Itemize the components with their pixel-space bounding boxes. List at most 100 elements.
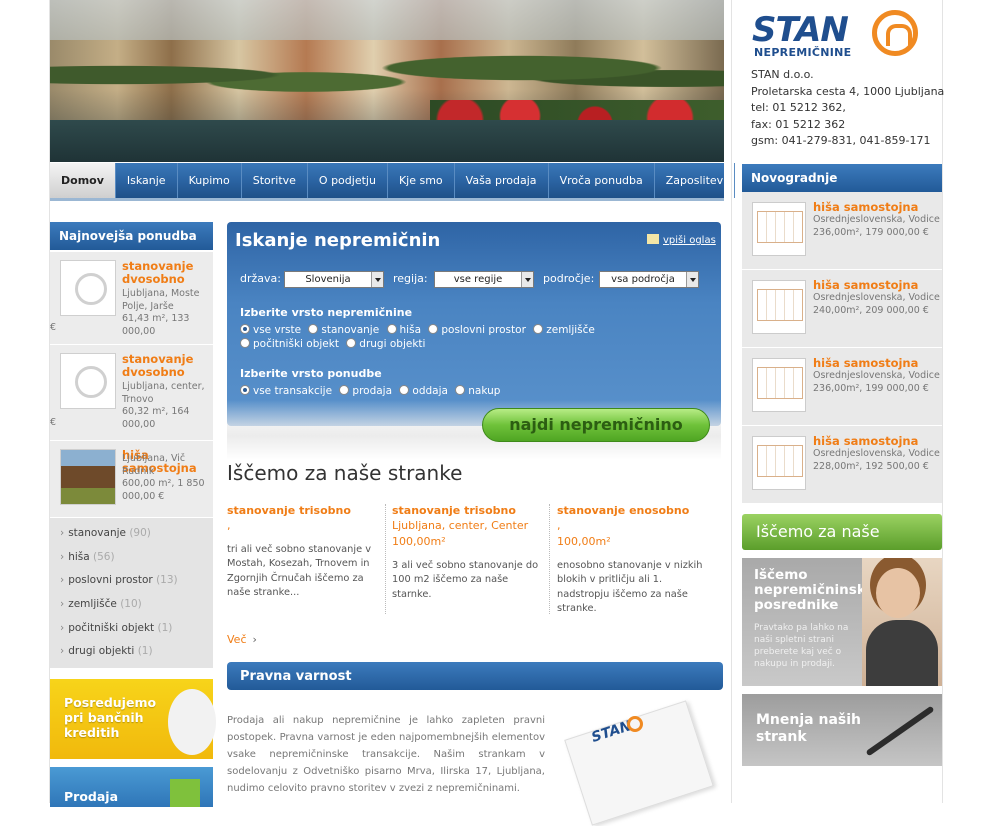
sale-banner[interactable]: Prodaja — [50, 767, 213, 807]
item-details: Osrednjeslovenska, Vodice 240,00m², 209 0… — [813, 292, 940, 316]
item-title[interactable]: hiša samostojna — [813, 200, 918, 214]
main-nav: Domov Iskanje Kupimo Storitve O podjetju… — [50, 163, 736, 201]
contract-document-image: STAN — [564, 700, 715, 826]
newest-heading: Najnovejša ponudba — [50, 222, 213, 250]
divider — [385, 504, 386, 614]
chevron-right-icon: › — [60, 527, 65, 539]
chevron-right-icon: › — [60, 621, 65, 634]
type-radio[interactable]: počitniški objekt — [240, 337, 339, 351]
legal-heading: Pravna varnost — [227, 662, 723, 690]
type-radio[interactable]: zemljišče — [533, 323, 595, 337]
item-location: , — [557, 519, 561, 532]
agents-banner-text: Pravtako pa lahko na naši spletni strani… — [754, 623, 849, 669]
category-item[interactable]: › stanovanje (90) — [50, 522, 213, 546]
region-select[interactable]: vse regije — [434, 271, 534, 288]
item-title[interactable]: hiša samostojna — [813, 434, 918, 448]
nav-about[interactable]: O podjetju — [308, 163, 388, 198]
area-label: področje: — [543, 272, 595, 285]
credit-banner[interactable]: Posredujemo pri bančnih kreditih — [50, 679, 216, 759]
nav-search[interactable]: Iskanje — [116, 163, 178, 198]
item-details: Ljubljana, Moste Polje, Jarše 61,43 m², 1… — [122, 288, 200, 337]
item-title[interactable]: stanovanje trisobno — [392, 504, 544, 517]
category-item[interactable]: › hiša (56) — [50, 546, 213, 570]
item-title[interactable]: hiša samostojna — [813, 356, 918, 370]
company-address: Proletarska cesta 4, 1000 Ljubljana — [751, 84, 945, 98]
nav-home[interactable]: Domov — [50, 163, 116, 198]
floorplan-thumbnail[interactable] — [752, 358, 806, 412]
company-info: STAN d.o.o. Proletarska cesta 4, 1000 Lj… — [751, 67, 944, 150]
agents-banner[interactable]: Iščemo nepremičninske posrednike Pravtak… — [742, 558, 942, 686]
type-radio[interactable]: poslovni prostor — [428, 323, 526, 337]
category-item[interactable]: › zemljišče (10) — [50, 593, 213, 617]
header-photo — [50, 0, 724, 162]
item-title[interactable]: stanovanje enosobno — [557, 504, 707, 517]
type-radio[interactable]: hiša — [386, 323, 421, 337]
chevron-down-icon — [371, 272, 383, 287]
placeholder-house-icon[interactable] — [60, 353, 116, 409]
find-property-button[interactable]: najdi nepremičnino — [482, 408, 710, 442]
item-title[interactable]: stanovanje trisobno — [227, 504, 382, 517]
wanted-item[interactable]: stanovanje enosobno , 100,00m² enosobno … — [557, 504, 707, 616]
area-select[interactable]: vsa področja — [599, 271, 699, 288]
page-divider — [731, 0, 732, 803]
item-details: Ljubljana, Vič Rudnik 600,00 m², 1 850 00… — [122, 453, 205, 502]
item-title[interactable]: stanovanje dvosobno — [122, 260, 212, 286]
nav-your-sale[interactable]: Vaša prodaja — [455, 163, 549, 198]
hot-offers-heading: Novogradnje — [742, 164, 942, 192]
nav-location[interactable]: Kje smo — [388, 163, 455, 198]
offer-radio[interactable]: vse transakcije — [240, 384, 332, 398]
floorplan-thumbnail[interactable] — [752, 202, 806, 256]
type-radio[interactable]: drugi objekti — [346, 337, 425, 351]
chevron-right-icon: › — [60, 574, 65, 587]
pen-icon — [865, 705, 935, 757]
list-item[interactable]: hiša samostojna Osrednjeslovenska, Vodic… — [742, 270, 942, 348]
type-radio-group: vse vrste stanovanje hiša poslovni prost… — [240, 323, 700, 351]
wanted-item[interactable]: stanovanje trisobno Ljubljana, center, C… — [392, 504, 544, 602]
company-tel: tel: 01 5212 362, — [751, 101, 846, 114]
offer-radio[interactable]: oddaja — [399, 384, 448, 398]
nav-we-buy[interactable]: Kupimo — [178, 163, 242, 198]
type-radio[interactable]: stanovanje — [308, 323, 379, 337]
list-item[interactable]: hiša samostojna Osrednjeslovenska, Vodic… — [742, 192, 942, 270]
chevron-down-icon — [686, 272, 698, 287]
search-title: Iskanje nepremičnin — [235, 230, 441, 251]
floorplan-thumbnail[interactable] — [752, 436, 806, 490]
list-item[interactable]: hiša samostojna Osrednjeslovenska, Vodic… — [742, 426, 942, 504]
country-select[interactable]: Slovenija — [284, 271, 384, 288]
country-label: država: — [240, 272, 281, 285]
list-item[interactable]: stanovanje dvosobno Ljubljana, center, T… — [50, 345, 213, 441]
item-title[interactable]: stanovanje dvosobno — [122, 353, 212, 379]
credit-banner-title: Posredujemo pri bančnih kreditih — [64, 695, 157, 740]
nav-services[interactable]: Storitve — [242, 163, 308, 198]
list-item[interactable]: stanovanje dvosobno Ljubljana, Moste Pol… — [50, 252, 213, 345]
item-currency: € — [50, 322, 57, 333]
placeholder-house-icon[interactable] — [60, 260, 116, 316]
add-listing-link[interactable]: vpiši oglas — [647, 234, 716, 246]
nav-hot-offer[interactable]: Vroča ponudba — [549, 163, 655, 198]
opinions-banner[interactable]: Mnenja naših strank — [742, 694, 942, 766]
house-photo[interactable] — [60, 449, 116, 505]
offer-radio[interactable]: nakup — [455, 384, 500, 398]
type-heading: Izberite vrsto nepremičnine — [240, 306, 413, 319]
category-item[interactable]: › drugi objekti (1) — [50, 640, 213, 664]
wanted-heading: Iščemo za naše stranke — [227, 461, 463, 485]
company-gsm: gsm: 041-279-831, 041-859-171 — [751, 134, 931, 147]
region-label: regija: — [393, 272, 428, 285]
piggy-bank-icon — [168, 689, 216, 755]
item-title[interactable]: hiša samostojna — [813, 278, 918, 292]
wanted-banner-button[interactable]: Iščemo za naše stranke — [742, 514, 942, 577]
offer-radio[interactable]: prodaja — [339, 384, 392, 398]
type-radio[interactable]: vse vrste — [240, 323, 301, 337]
logo[interactable]: STAN NEPREMIČNINE — [750, 10, 920, 62]
item-text: tri ali več sobno stanovanje v Mostah, K… — [227, 544, 372, 598]
category-item[interactable]: › počitniški objekt (1) — [50, 617, 213, 641]
list-item[interactable]: hiša samostojna Ljubljana, Vič Rudnik 600… — [50, 441, 213, 518]
search-panel: Iskanje nepremičnin vpiši oglas država: … — [227, 222, 721, 426]
nav-jobs[interactable]: Zaposlitev — [655, 163, 736, 198]
more-link[interactable]: Več › — [227, 633, 257, 646]
list-item[interactable]: hiša samostojna Osrednjeslovenska, Vodic… — [742, 348, 942, 426]
wanted-item[interactable]: stanovanje trisobno , tri ali več sobno … — [227, 504, 382, 600]
item-details: Ljubljana, center, Trnovo 60,32 m², 164 0… — [122, 381, 205, 430]
floorplan-thumbnail[interactable] — [752, 280, 806, 334]
category-item[interactable]: › poslovni prostor (13) — [50, 569, 213, 593]
